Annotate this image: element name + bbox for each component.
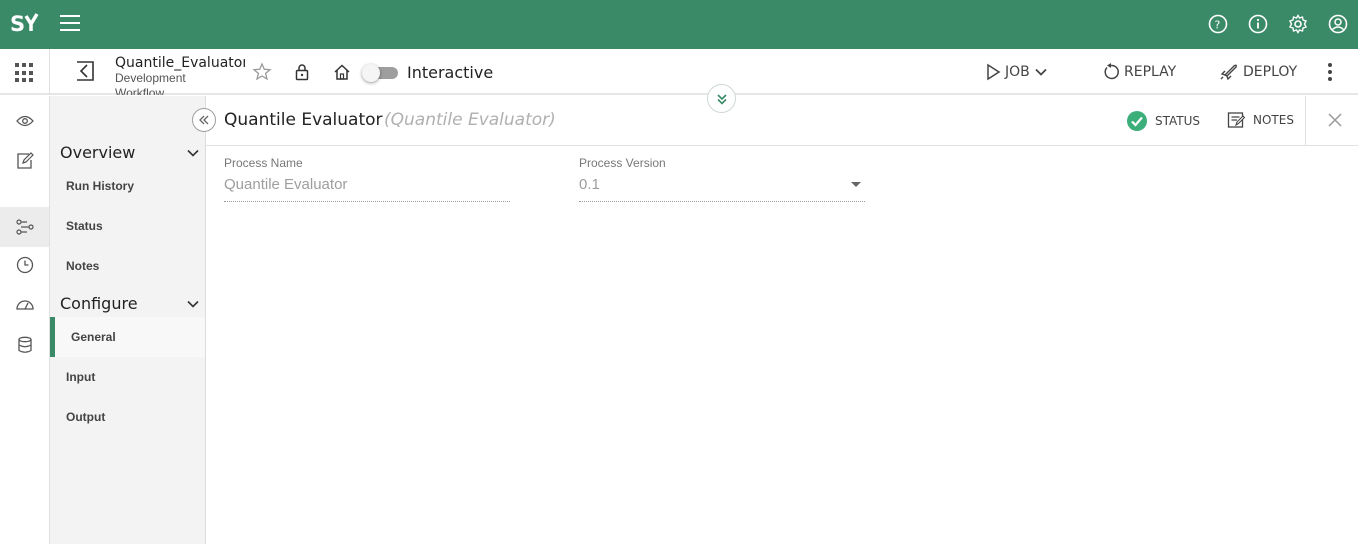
process-version-field: Process Version 0.1 [579,156,865,202]
workflow-bar: Quantile_Evaluator Development Workflow … [0,49,1358,95]
edit-icon[interactable] [0,141,49,181]
chevron-down-icon [187,300,199,308]
nav-item-output[interactable]: Output [50,397,205,437]
process-name-input[interactable]: Quantile Evaluator [224,176,510,202]
process-nav: Overview Run History Status Notes Config… [50,96,206,544]
notes-icon [1227,112,1245,128]
notes-button[interactable]: NOTES [1227,111,1294,129]
menu-icon[interactable] [60,15,80,33]
workflow-subtitle: Development [115,71,186,85]
replay-button[interactable]: REPLAY [1102,63,1176,81]
nav-item-input[interactable]: Input [50,357,205,397]
collapse-nav-button[interactable] [192,108,216,132]
replay-label: REPLAY [1124,64,1177,80]
status-label: STATUS [1155,114,1201,128]
workflow-subtitle-2: Workflow [115,86,165,95]
storage-icon[interactable] [0,325,49,365]
star-icon[interactable] [252,62,272,87]
overview-label: Overview [60,143,136,162]
configure-label: Configure [60,294,138,313]
chevron-down-icon [187,149,199,157]
more-options-icon[interactable] [1328,63,1334,81]
logo-icon: S [10,12,39,36]
apps-grid-icon[interactable] [15,63,35,83]
close-icon[interactable] [1328,113,1344,129]
job-label: JOB [1005,64,1030,80]
workflow-title-block: Quantile_Evaluator Development Workflow [115,55,245,95]
process-name-field: Process Name Quantile Evaluator [224,156,510,202]
play-icon [987,63,1001,81]
top-bar: S ? [0,0,1358,49]
notes-label: NOTES [1253,113,1294,127]
dropdown-arrow-icon[interactable] [851,182,861,187]
process-title: Quantile Evaluator [224,110,383,130]
lock-icon[interactable] [294,63,310,86]
settings-icon[interactable] [1278,12,1318,36]
interactive-label: Interactive [407,63,494,82]
process-version-label: Process Version [579,156,666,170]
svg-text:?: ? [1215,19,1221,32]
check-circle-icon [1127,111,1147,131]
help-icon[interactable]: ? [1198,12,1238,36]
replay-icon [1104,63,1119,80]
app-logo[interactable]: S [10,10,42,38]
nav-item-notes[interactable]: Notes [50,246,205,286]
configure-section[interactable]: Configure [60,294,200,313]
nav-item-status[interactable]: Status [50,206,205,246]
left-rail [0,96,50,544]
rocket-icon [1220,64,1237,81]
flow-icon[interactable] [0,207,49,247]
process-version-select[interactable]: 0.1 [579,176,865,202]
account-icon[interactable] [1318,12,1358,36]
expand-panel-button[interactable] [707,84,736,113]
job-button[interactable]: JOB [985,63,1048,81]
deploy-label: DEPLOY [1243,64,1298,80]
divider [1305,96,1306,146]
nav-item-general[interactable]: General [50,317,205,357]
interactive-toggle[interactable] [362,64,398,82]
double-chevron-left-icon [199,115,209,125]
info-icon[interactable] [1238,12,1278,36]
svg-text:S: S [10,12,24,36]
workflow-title: Quantile_Evaluator [115,55,245,71]
nav-item-run-history[interactable]: Run History [50,166,205,206]
process-subtitle: (Quantile Evaluator) [384,110,556,130]
process-name-label: Process Name [224,156,303,170]
history-icon[interactable] [0,245,49,285]
home-icon[interactable] [333,63,351,86]
view-icon[interactable] [0,101,49,141]
overview-section[interactable]: Overview [60,143,200,162]
chevron-down-icon [1035,68,1047,76]
divider [49,49,50,95]
dashboard-icon[interactable] [0,285,49,325]
process-header: Quantile Evaluator (Quantile Evaluator) … [206,96,1358,146]
back-icon[interactable] [74,60,96,87]
double-chevron-down-icon [716,93,727,105]
deploy-button[interactable]: DEPLOY [1219,63,1297,81]
status-button[interactable]: STATUS [1127,111,1200,131]
